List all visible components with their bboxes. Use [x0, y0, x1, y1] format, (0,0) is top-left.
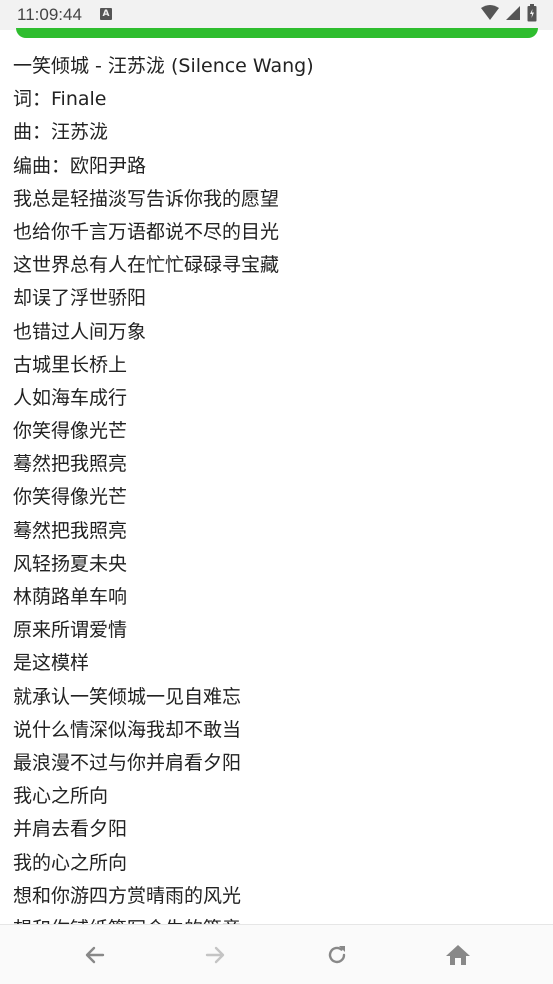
lyrics-line: 也给你千言万语都说不尽的目光 — [13, 220, 280, 243]
lyrics-line: 想和你铺纸笺写令生的篇章 — [13, 913, 543, 924]
lyrics-line: 林荫路单车响 — [13, 586, 128, 608]
lyrics-line: 古城里长桥上 — [13, 353, 128, 376]
arrow-right-icon — [205, 946, 225, 964]
forward-button[interactable] — [195, 935, 235, 975]
lyrics-line: 人如海车成行 — [13, 386, 128, 409]
bottom-nav-bar — [0, 924, 553, 984]
status-icons — [481, 4, 537, 26]
lyrics-line: 也错过人间万象 — [13, 320, 147, 343]
lyrics-line: 我的心之所向 — [13, 851, 128, 874]
home-icon — [446, 945, 470, 965]
notification-badge-icon: A — [100, 8, 112, 20]
battery-icon — [527, 4, 537, 26]
refresh-icon — [328, 946, 346, 964]
arrow-left-icon — [85, 946, 105, 964]
lyrics-line: 想和你游四方赏晴雨的风光 — [13, 884, 242, 907]
lyrics-title: 一笑倾城 - 汪苏泷 (Silence Wang) — [13, 55, 314, 77]
lyrics-line: 你笑得像光芒 — [13, 486, 128, 509]
back-button[interactable] — [75, 935, 115, 975]
lyrics-line: 蓦然把我照亮 — [13, 453, 128, 476]
lyrics-content: 一笑倾城 - 汪苏泷 (Silence Wang) 词：Finale 曲：汪苏泷… — [13, 50, 543, 924]
wifi-icon — [481, 5, 499, 25]
lyrics-line: 我总是轻描淡写告诉你我的愿望 — [13, 187, 280, 210]
lyrics-line: 风轻扬夏未央 — [13, 552, 128, 575]
lyrics-line: 说什么情深似海我却不敢当 — [13, 718, 242, 741]
lyrics-line: 你笑得像光芒 — [13, 420, 128, 443]
lyrics-line: 原来所谓爱情 — [13, 619, 128, 642]
lyrics-line: 我心之所向 — [13, 785, 109, 808]
lyrics-line: 蓦然把我照亮 — [13, 519, 128, 542]
refresh-button[interactable] — [317, 935, 357, 975]
lyrics-line: 最浪漫不过与你并肩看夕阳 — [13, 751, 242, 774]
lyrics-composer: 曲：汪苏泷 — [13, 121, 109, 144]
progress-bar — [16, 28, 538, 38]
signal-icon — [505, 5, 521, 25]
lyrics-line: 并肩去看夕阳 — [13, 818, 128, 841]
lyrics-arranger: 编曲：欧阳尹路 — [13, 154, 147, 177]
lyrics-line: 这世界总有人在忙忙碌碌寻宝藏 — [13, 254, 280, 277]
lyrics-line: 就承认一笑倾城一见自难忘 — [13, 685, 242, 708]
status-time: 11:09:44 — [17, 5, 82, 24]
lyrics-lyricist: 词：Finale — [13, 88, 107, 111]
lyrics-line: 是这模样 — [13, 652, 90, 675]
home-button[interactable] — [438, 935, 478, 975]
lyrics-line: 却误了浮世骄阳 — [13, 287, 147, 310]
status-bar: 11:09:44 A — [0, 0, 553, 30]
